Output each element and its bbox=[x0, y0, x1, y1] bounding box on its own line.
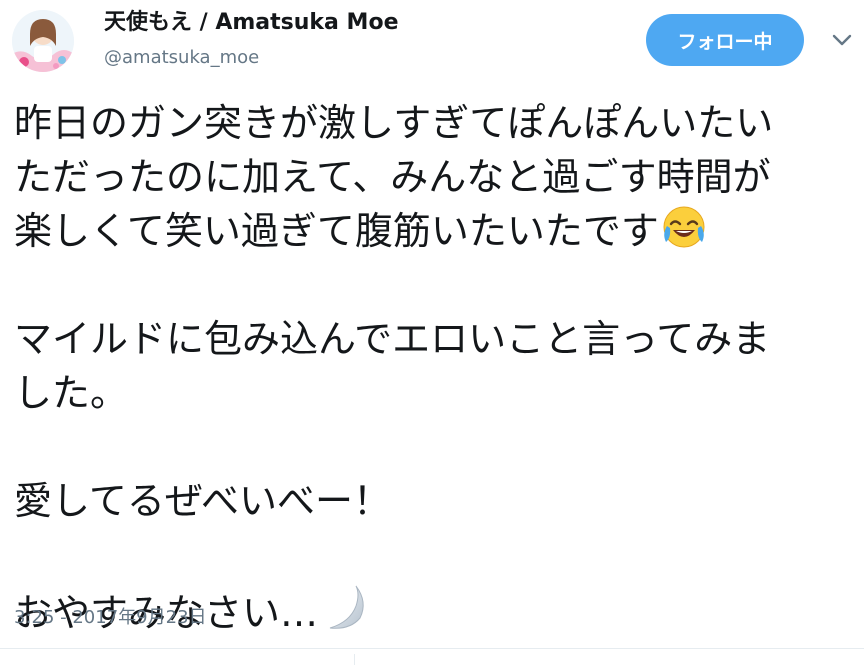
tweet-line-text: 楽しくて笑い過ぎて腹筋いたいたです bbox=[14, 209, 659, 253]
tweet-timestamp[interactable]: 3:25 - 2017年9月23日 bbox=[14, 606, 207, 630]
display-name[interactable]: 天使もえ / Amatsuka Moe bbox=[104, 8, 399, 38]
tweet-line: 愛してるぜべいべー！ bbox=[14, 479, 391, 523]
tweet-text: 昨日のガン突きが激しすぎてぽんぽんいたい ただったのに加えて、みんなと過ごす時間… bbox=[14, 96, 854, 640]
screen-name[interactable]: @amatsuka_moe bbox=[104, 46, 259, 70]
crescent-moon-emoji bbox=[320, 582, 370, 632]
chevron-down-icon[interactable] bbox=[830, 30, 854, 50]
tweet-card: 天使もえ / Amatsuka Moe @amatsuka_moe フォロー中 … bbox=[0, 0, 864, 665]
divider bbox=[0, 648, 864, 649]
divider bbox=[354, 654, 355, 665]
tweet-line: 昨日のガン突きが激しすぎてぽんぽんいたい bbox=[14, 101, 774, 145]
tweet-line: マイルドに包み込んでエロいこと言ってみま bbox=[14, 317, 771, 361]
following-button[interactable]: フォロー中 bbox=[646, 14, 804, 66]
face-with-tears-of-joy-emoji bbox=[661, 204, 707, 250]
tweet-line-with-emoji: 楽しくて笑い過ぎて腹筋いたいたです bbox=[14, 204, 854, 258]
avatar[interactable] bbox=[12, 10, 74, 72]
tweet-line: した。 bbox=[14, 371, 129, 415]
tweet-line: ただったのに加えて、みんなと過ごす時間が bbox=[14, 155, 771, 199]
